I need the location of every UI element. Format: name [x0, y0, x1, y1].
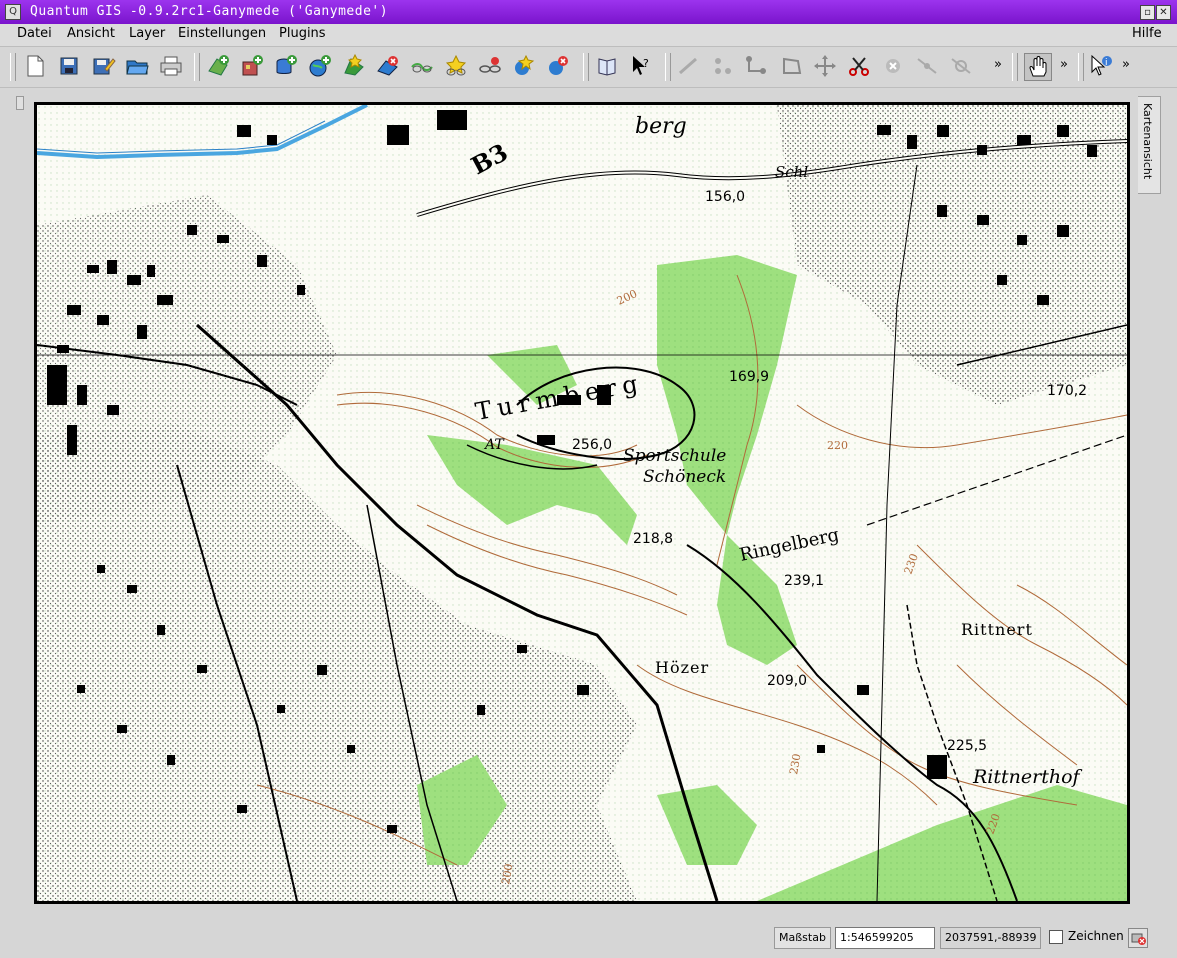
new-project-icon[interactable] [22, 53, 48, 79]
stop-render-icon[interactable] [1128, 928, 1148, 948]
delete-vertex-icon[interactable] [948, 53, 974, 79]
toolbar-grip[interactable] [194, 53, 200, 81]
overview-tab-label: Kartenansicht [1141, 103, 1154, 180]
add-raster-layer-icon[interactable] [239, 53, 265, 79]
map-label: 170,2 [1047, 383, 1087, 399]
map-label: Sportschule [623, 446, 726, 466]
map-label: Hözer [655, 658, 709, 677]
help-book-icon[interactable] [594, 53, 620, 79]
map-label: Schl [775, 163, 808, 181]
map-label: 169,9 [729, 369, 769, 385]
in-overview-remove-icon[interactable] [545, 53, 571, 79]
pan-hand-icon[interactable] [1024, 53, 1052, 81]
add-vector-layer-icon[interactable] [205, 53, 231, 79]
map-canvas[interactable]: berg B3 Schl 156,0 200 169,9 170,2 Turmb… [37, 105, 1127, 901]
status-bar: Maßstab 1:546599205 2037591,-88939 Zeich… [0, 923, 1177, 958]
menu-hilfe[interactable]: Hilfe [1132, 26, 1162, 41]
scale-label: Maßstab [774, 927, 831, 949]
map-label: 220 [827, 439, 848, 452]
toolbar-grip[interactable] [583, 53, 589, 81]
menu-datei[interactable]: Datei [17, 26, 52, 41]
map-label: 239,1 [784, 573, 824, 589]
new-vector-layer-icon[interactable] [341, 53, 367, 79]
map-canvas-frame: berg B3 Schl 156,0 200 169,9 170,2 Turmb… [34, 102, 1130, 904]
toolbar-grip[interactable] [1078, 53, 1084, 81]
map-label: Schöneck [643, 467, 726, 487]
print-icon[interactable] [158, 53, 184, 79]
map-label: 156,0 [705, 189, 745, 205]
cut-features-icon[interactable] [846, 53, 872, 79]
map-label: berg [635, 114, 687, 139]
toolbar-overflow[interactable]: » [994, 57, 1002, 72]
topographic-map[interactable]: berg B3 Schl 156,0 200 169,9 170,2 Turmb… [37, 105, 1127, 901]
close-icon[interactable]: ✕ [1156, 5, 1171, 20]
in-overview-icon[interactable] [511, 53, 537, 79]
capture-line2-icon[interactable] [744, 53, 770, 79]
render-label: Zeichnen [1068, 929, 1124, 943]
hide-all-layers-icon[interactable] [443, 53, 469, 79]
save-icon[interactable] [56, 53, 82, 79]
map-label: 256,0 [572, 437, 612, 453]
menu-ansicht[interactable]: Ansicht [67, 26, 115, 41]
window-title: Quantum GIS -0.9.2rc1-Ganymede ('Ganymed… [30, 4, 389, 19]
title-bar[interactable]: Q Quantum GIS -0.9.2rc1-Ganymede ('Ganym… [0, 0, 1177, 24]
split-icon[interactable] [914, 53, 940, 79]
dock-splitter-handle[interactable] [16, 96, 24, 110]
capture-polygon-icon[interactable] [778, 53, 804, 79]
qgis-app-icon[interactable]: Q [5, 4, 21, 20]
menu-layer[interactable]: Layer [129, 26, 165, 41]
menu-einstellungen[interactable]: Einstellungen [178, 26, 266, 41]
toolbar-grip[interactable] [10, 53, 16, 81]
identify-icon[interactable]: i [1088, 53, 1114, 79]
map-label: 209,0 [767, 673, 807, 689]
toolbar-overflow[interactable]: » [1060, 57, 1068, 72]
add-postgis-layer-icon[interactable] [273, 53, 299, 79]
capture-point-icon[interactable] [710, 53, 736, 79]
toolbar-overflow[interactable]: » [1122, 57, 1130, 72]
save-as-icon[interactable] [90, 53, 116, 79]
open-project-icon[interactable] [124, 53, 150, 79]
toolbar-grip[interactable] [1012, 53, 1018, 81]
main-toolbar: ? » » i » [0, 47, 1177, 88]
map-label: Rittnert [961, 620, 1033, 639]
map-label: 218,8 [633, 531, 673, 547]
delete-feature-icon[interactable] [880, 53, 906, 79]
minimize-icon[interactable]: ▫ [1140, 5, 1155, 20]
remove-layer-icon[interactable] [375, 53, 401, 79]
svg-text:i: i [1105, 58, 1108, 68]
map-label: AT [483, 437, 505, 453]
overview-dock-tab[interactable]: Kartenansicht [1138, 96, 1161, 194]
menu-bar: Datei Ansicht Layer Einstellungen Plugin… [0, 24, 1177, 47]
move-vertex-icon[interactable] [812, 53, 838, 79]
scale-input[interactable]: 1:546599205 [835, 927, 935, 949]
overview-add-icon[interactable] [477, 53, 503, 79]
map-label: Rittnerthof [972, 766, 1083, 788]
map-label: 225,5 [947, 738, 987, 754]
capture-line-icon[interactable] [676, 53, 702, 79]
render-checkbox[interactable] [1049, 930, 1063, 944]
coordinates-readout: 2037591,-88939 [940, 927, 1042, 949]
show-all-layers-icon[interactable] [409, 53, 435, 79]
app-window: Q Quantum GIS -0.9.2rc1-Ganymede ('Ganym… [0, 0, 1177, 958]
svg-text:?: ? [643, 57, 649, 70]
menu-plugins[interactable]: Plugins [279, 26, 326, 41]
whats-this-icon[interactable]: ? [628, 53, 654, 79]
toolbar-grip[interactable] [665, 53, 671, 81]
add-wms-layer-icon[interactable] [307, 53, 333, 79]
